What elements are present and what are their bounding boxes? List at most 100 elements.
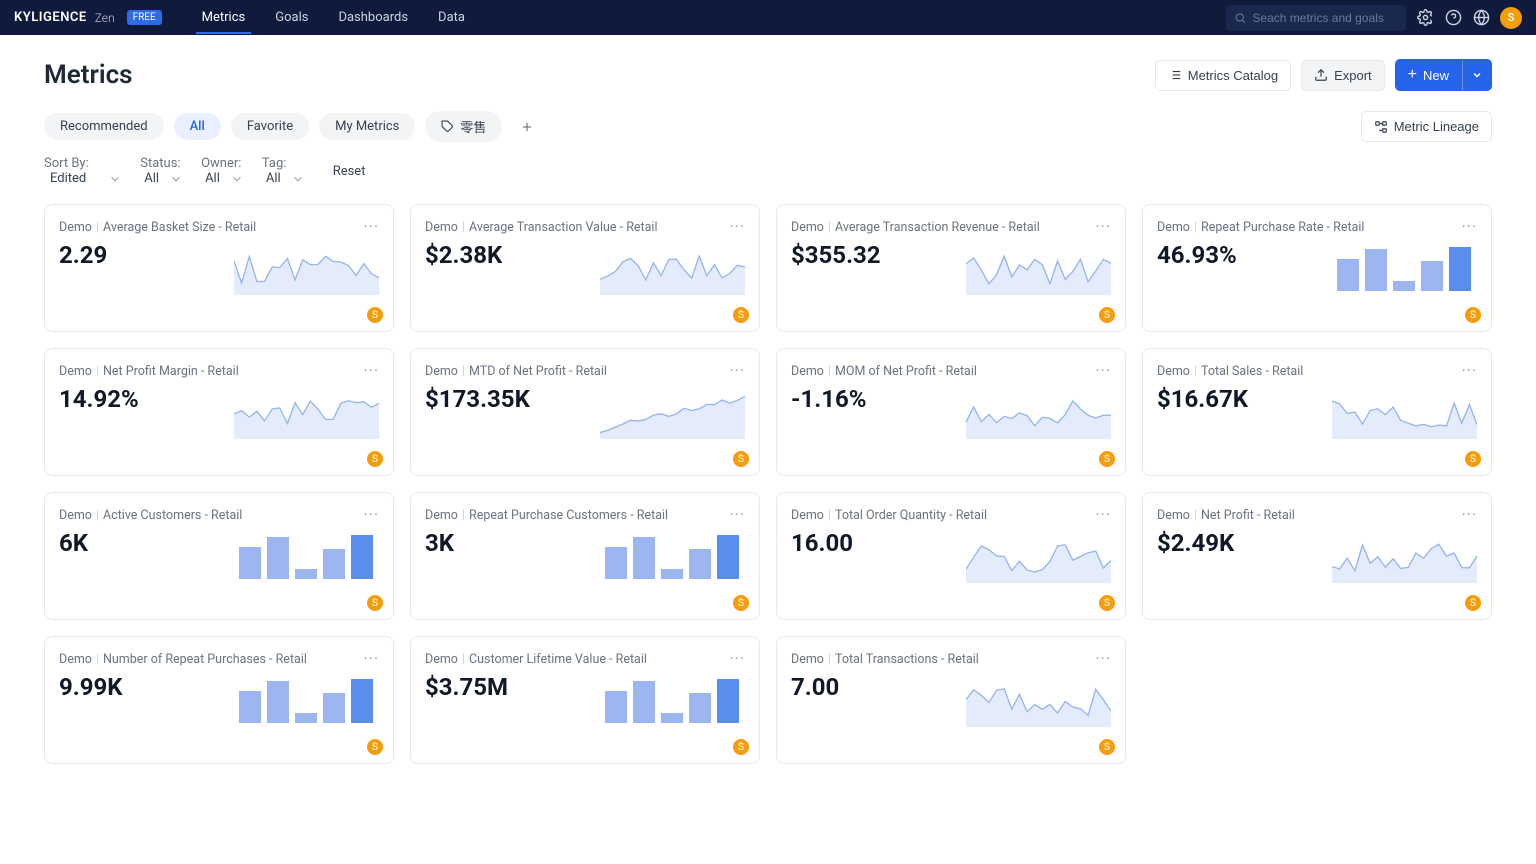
metric-card[interactable]: Demo | Total Transactions - Retail ··· 7…	[776, 636, 1126, 764]
card-value: $173.35K	[425, 385, 530, 413]
card-sep: |	[96, 652, 99, 667]
metrics-grid: Demo | Average Basket Size - Retail ··· …	[44, 204, 1492, 764]
metric-card[interactable]: Demo | Active Customers - Retail ··· 6K …	[44, 492, 394, 620]
card-more-icon[interactable]: ···	[729, 651, 745, 667]
globe-icon[interactable]	[1472, 9, 1490, 27]
metric-lineage-button[interactable]: Metric Lineage	[1361, 111, 1492, 142]
card-more-icon[interactable]: ···	[1461, 507, 1477, 523]
status-value: All	[144, 171, 159, 186]
metric-card[interactable]: Demo | MOM of Net Profit - Retail ··· -1…	[776, 348, 1126, 476]
brand[interactable]: KYLIGENCE Zen FREE	[14, 10, 162, 25]
sparkbar-chart	[1332, 241, 1477, 295]
metric-card[interactable]: Demo | Customer Lifetime Value - Retail …	[410, 636, 760, 764]
card-prefix: Demo	[59, 652, 92, 667]
metric-card[interactable]: Demo | Average Transaction Value - Retai…	[410, 204, 760, 332]
card-name: Net Profit Margin - Retail	[103, 364, 239, 379]
card-name: Number of Repeat Purchases - Retail	[103, 652, 307, 667]
card-more-icon[interactable]: ···	[1095, 507, 1111, 523]
card-prefix: Demo	[791, 364, 824, 379]
topbar: KYLIGENCE Zen FREE Metrics Goals Dashboa…	[0, 0, 1536, 35]
card-more-icon[interactable]: ···	[729, 507, 745, 523]
card-prefix: Demo	[791, 652, 824, 667]
nav-dashboards[interactable]: Dashboards	[338, 1, 408, 34]
card-prefix: Demo	[1157, 364, 1190, 379]
metric-card[interactable]: Demo | Average Transaction Revenue - Ret…	[776, 204, 1126, 332]
new-label: New	[1423, 68, 1449, 83]
lineage-label: Metric Lineage	[1394, 119, 1479, 134]
tag-icon	[441, 120, 454, 133]
sparkline-chart	[1332, 529, 1477, 583]
search-input[interactable]	[1252, 11, 1398, 25]
add-tab-button[interactable]	[512, 112, 542, 142]
nav-data[interactable]: Data	[438, 1, 465, 34]
tab-retail[interactable]: 零售	[425, 111, 502, 142]
nav-metrics[interactable]: Metrics	[202, 1, 246, 34]
card-sep: |	[96, 364, 99, 379]
owner-value: All	[205, 171, 220, 186]
metric-card[interactable]: Demo | Net Profit - Retail ··· $2.49K S	[1142, 492, 1492, 620]
search-box[interactable]	[1226, 5, 1406, 31]
card-owner-badge: S	[733, 451, 749, 467]
card-more-icon[interactable]: ···	[1461, 363, 1477, 379]
card-more-icon[interactable]: ···	[363, 219, 379, 235]
sparkbar-chart	[600, 529, 745, 583]
sparkline-chart	[234, 385, 379, 439]
plus-icon: +	[1408, 67, 1417, 83]
card-owner-badge: S	[367, 451, 383, 467]
sparkline-chart	[966, 241, 1111, 295]
metric-card[interactable]: Demo | Total Order Quantity - Retail ···…	[776, 492, 1126, 620]
metric-card[interactable]: Demo | Average Basket Size - Retail ··· …	[44, 204, 394, 332]
card-sep: |	[828, 508, 831, 523]
card-more-icon[interactable]: ···	[363, 651, 379, 667]
avatar[interactable]: S	[1500, 7, 1522, 29]
sortby-select[interactable]: Edited	[50, 171, 122, 186]
export-button[interactable]: Export	[1301, 60, 1385, 91]
card-value: 9.99K	[59, 673, 123, 701]
owner-select[interactable]: All	[205, 171, 244, 186]
card-name: Total Order Quantity - Retail	[835, 508, 987, 523]
card-sep: |	[96, 220, 99, 235]
tab-mymetrics[interactable]: My Metrics	[319, 113, 415, 140]
help-icon[interactable]	[1444, 9, 1462, 27]
card-more-icon[interactable]: ···	[363, 363, 379, 379]
status-select[interactable]: All	[144, 171, 183, 186]
metric-card[interactable]: Demo | Repeat Purchase Rate - Retail ···…	[1142, 204, 1492, 332]
nav-goals[interactable]: Goals	[275, 1, 308, 34]
card-owner-badge: S	[367, 307, 383, 323]
card-more-icon[interactable]: ···	[729, 363, 745, 379]
tab-recommended[interactable]: Recommended	[44, 113, 164, 140]
settings-icon[interactable]	[1416, 9, 1434, 27]
metric-card[interactable]: Demo | Total Sales - Retail ··· $16.67K …	[1142, 348, 1492, 476]
new-button[interactable]: + New	[1395, 59, 1462, 91]
sparkline-chart	[600, 385, 745, 439]
card-name: Total Sales - Retail	[1201, 364, 1303, 379]
metrics-catalog-button[interactable]: Metrics Catalog	[1155, 60, 1291, 91]
card-name: Repeat Purchase Customers - Retail	[469, 508, 668, 523]
card-owner-badge: S	[733, 739, 749, 755]
card-name: Total Transactions - Retail	[835, 652, 979, 667]
metric-card[interactable]: Demo | Number of Repeat Purchases - Reta…	[44, 636, 394, 764]
card-more-icon[interactable]: ···	[363, 507, 379, 523]
card-more-icon[interactable]: ···	[729, 219, 745, 235]
card-sep: |	[462, 508, 465, 523]
card-more-icon[interactable]: ···	[1095, 219, 1111, 235]
tag-select[interactable]: All	[266, 171, 305, 186]
card-sep: |	[462, 652, 465, 667]
status-label: Status:	[140, 156, 180, 171]
card-sep: |	[828, 364, 831, 379]
card-name: Average Transaction Revenue - Retail	[835, 220, 1040, 235]
tab-all[interactable]: All	[174, 113, 221, 140]
new-dropdown-toggle[interactable]	[1462, 59, 1492, 91]
card-prefix: Demo	[1157, 508, 1190, 523]
card-owner-badge: S	[733, 595, 749, 611]
metric-card[interactable]: Demo | MTD of Net Profit - Retail ··· $1…	[410, 348, 760, 476]
sparkline-chart	[600, 241, 745, 295]
card-more-icon[interactable]: ···	[1095, 651, 1111, 667]
card-more-icon[interactable]: ···	[1095, 363, 1111, 379]
card-sep: |	[96, 508, 99, 523]
tab-favorite[interactable]: Favorite	[231, 113, 309, 140]
reset-filters[interactable]: Reset	[333, 164, 366, 179]
metric-card[interactable]: Demo | Net Profit Margin - Retail ··· 14…	[44, 348, 394, 476]
card-more-icon[interactable]: ···	[1461, 219, 1477, 235]
metric-card[interactable]: Demo | Repeat Purchase Customers - Retai…	[410, 492, 760, 620]
